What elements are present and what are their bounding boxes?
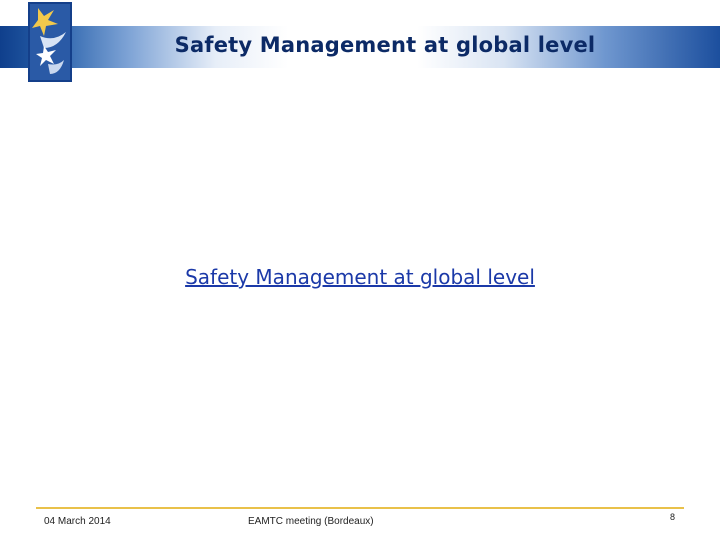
footer-meeting-name: EAMTC meeting (Bordeaux)	[248, 516, 374, 527]
page-title: Safety Management at global level	[174, 33, 596, 57]
footer-divider	[36, 507, 684, 509]
page-number: 8	[670, 512, 676, 522]
footer-date: 04 March 2014	[44, 516, 111, 527]
section-link[interactable]: Safety Management at global level	[0, 265, 720, 289]
